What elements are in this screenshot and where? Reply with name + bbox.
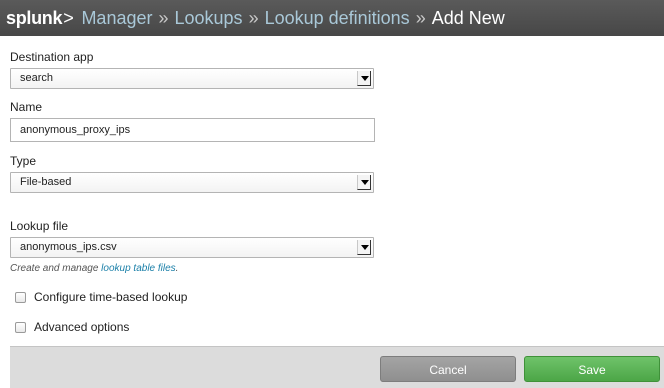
chevron-down-icon[interactable] <box>357 71 371 86</box>
breadcrumb-lookups[interactable]: Lookups <box>175 8 243 29</box>
header-bar: splunk> Manager » Lookups » Lookup defin… <box>0 0 664 36</box>
page-title: Add New <box>431 7 505 28</box>
advanced-options-option: Advanced options <box>15 320 129 334</box>
time-based-lookup-option: Configure time-based lookup <box>15 290 187 304</box>
lookup-table-files-link[interactable]: lookup table files <box>101 263 176 274</box>
lookup-file-value: anonymous_ips.csv <box>20 241 117 253</box>
advanced-options-label[interactable]: Advanced options <box>34 320 129 334</box>
chevron-down-icon[interactable] <box>357 175 371 190</box>
name-label: Name <box>10 100 43 114</box>
breadcrumb-separator: » <box>158 7 169 28</box>
type-value: File-based <box>20 176 72 188</box>
chevron-down-icon[interactable] <box>357 240 371 255</box>
lookup-file-label: Lookup file <box>10 219 69 233</box>
lookup-file-help: Create and manage lookup table files. <box>10 263 179 274</box>
breadcrumb-manager[interactable]: Manager <box>81 8 152 29</box>
destination-app-value: search <box>20 72 54 84</box>
splunk-logo[interactable]: splunk> <box>6 8 74 29</box>
time-based-lookup-checkbox[interactable] <box>15 291 26 303</box>
form-footer: Cancel Save <box>10 346 664 388</box>
destination-app-label: Destination app <box>10 50 94 64</box>
type-select[interactable]: File-based <box>10 172 374 193</box>
breadcrumb-separator: » <box>415 7 426 28</box>
destination-app-select[interactable]: search <box>10 68 374 89</box>
name-input[interactable]: anonymous_proxy_ips <box>10 118 375 142</box>
cancel-button[interactable]: Cancel <box>380 356 516 382</box>
advanced-options-checkbox[interactable] <box>15 321 26 333</box>
lookup-file-select[interactable]: anonymous_ips.csv <box>10 237 374 258</box>
type-label: Type <box>10 154 37 168</box>
breadcrumb-lookup-definitions[interactable]: Lookup definitions <box>265 8 410 29</box>
breadcrumb-separator: » <box>248 7 259 28</box>
save-button[interactable]: Save <box>524 356 660 382</box>
time-based-lookup-label[interactable]: Configure time-based lookup <box>34 290 187 304</box>
